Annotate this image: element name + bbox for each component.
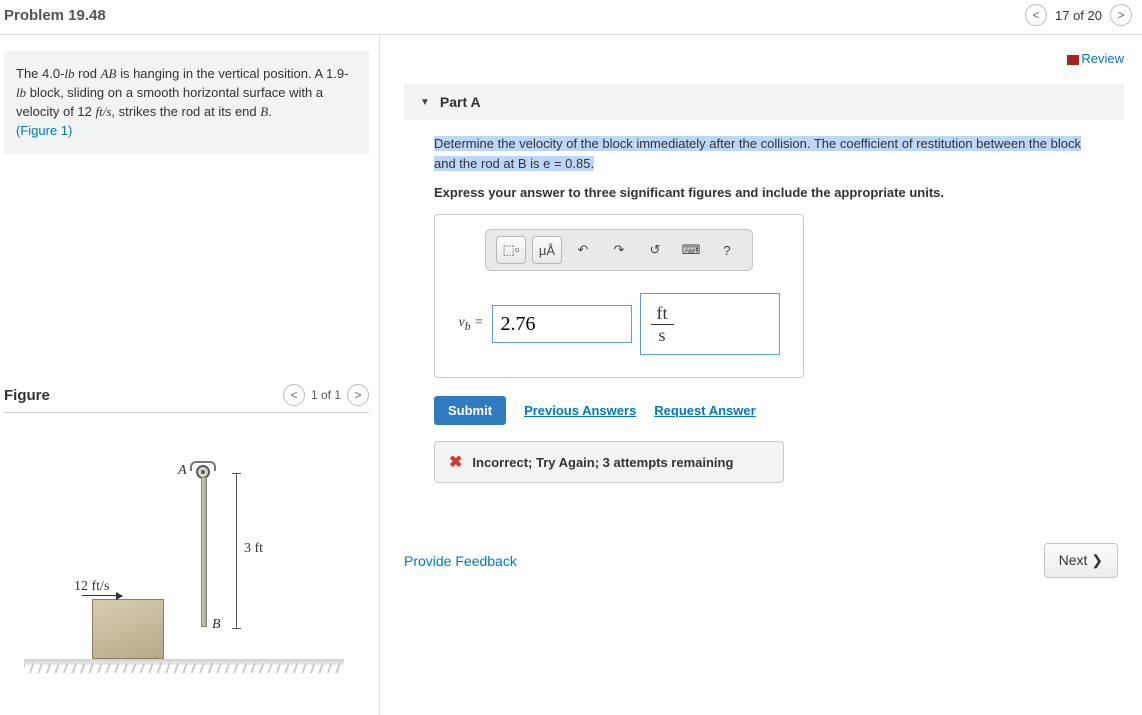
redo-button[interactable]: ↷ <box>604 236 634 264</box>
review-link[interactable]: Review <box>1071 51 1124 66</box>
dimension-line-icon <box>236 473 237 629</box>
figure-prev-button[interactable]: < <box>283 384 305 406</box>
problem-intro: The 4.0-lb rod AB is hanging in the vert… <box>4 51 369 154</box>
review-row: Review <box>404 51 1124 66</box>
label-a: A <box>178 463 187 479</box>
variable-label: vb = <box>459 315 484 333</box>
keyboard-button[interactable]: ⌨ <box>676 236 706 264</box>
equation-toolbar: ⬚▫ μÅ ↶ ↷ ↺ ⌨ ? <box>485 229 753 271</box>
submit-button[interactable]: Submit <box>434 396 506 425</box>
part-label: Part A <box>440 94 481 110</box>
next-problem-button[interactable]: > <box>1110 4 1132 26</box>
action-row: Submit Previous Answers Request Answer <box>434 396 1094 425</box>
figure-next-button[interactable]: > <box>347 384 369 406</box>
figure-heading: Figure <box>4 387 50 404</box>
prev-problem-button[interactable]: < <box>1025 4 1047 26</box>
problem-pager: < 17 of 20 > <box>1025 4 1132 26</box>
provide-feedback-link[interactable]: Provide Feedback <box>404 553 517 569</box>
dimension-label: 3 ft <box>244 541 263 557</box>
feedback-box: ✖ Incorrect; Try Again; 3 attempts remai… <box>434 441 784 483</box>
label-b: B <box>212 617 221 633</box>
velocity-arrow-icon <box>82 595 122 596</box>
instruction-text: Express your answer to three significant… <box>434 185 1094 200</box>
figure-header: Figure < 1 of 1 > <box>4 384 369 413</box>
question-text: Determine the velocity of the block imme… <box>434 134 1094 173</box>
figure-link[interactable]: (Figure 1) <box>16 123 72 138</box>
request-answer-link[interactable]: Request Answer <box>654 403 755 418</box>
units-button[interactable]: μÅ <box>532 236 562 264</box>
feedback-text: Incorrect; Try Again; 3 attempts remaini… <box>472 455 733 470</box>
undo-button[interactable]: ↶ <box>568 236 598 264</box>
right-column: Review ▼ Part A Determine the velocity o… <box>380 35 1142 715</box>
top-bar: Problem 19.48 < 17 of 20 > <box>0 0 1142 35</box>
block-icon <box>92 599 164 659</box>
answer-input-row: vb = ft s <box>453 293 785 355</box>
main-content: The 4.0-lb rod AB is hanging in the vert… <box>0 35 1142 715</box>
velocity-label: 12 ft/s <box>74 579 109 595</box>
part-a-body: Determine the velocity of the block imme… <box>404 120 1124 493</box>
unit-input[interactable]: ft s <box>640 293 780 355</box>
incorrect-icon: ✖ <box>449 452 462 472</box>
figure-image: A B 3 ft 12 ft/s <box>4 433 344 693</box>
templates-button[interactable]: ⬚▫ <box>496 236 526 264</box>
previous-answers-link[interactable]: Previous Answers <box>524 403 636 418</box>
collapse-caret-icon: ▼ <box>420 97 430 108</box>
value-input[interactable] <box>492 305 632 343</box>
figure-pager: < 1 of 1 > <box>283 384 369 406</box>
reset-button[interactable]: ↺ <box>640 236 670 264</box>
part-a-header[interactable]: ▼ Part A <box>404 84 1124 120</box>
help-button[interactable]: ? <box>712 236 742 264</box>
answer-area: ⬚▫ μÅ ↶ ↷ ↺ ⌨ ? vb = ft s <box>434 214 804 378</box>
ground-hatch-icon <box>24 663 344 673</box>
problem-title: Problem 19.48 <box>4 7 106 24</box>
left-column: The 4.0-lb rod AB is hanging in the vert… <box>0 35 380 715</box>
next-button[interactable]: Next ❯ <box>1044 543 1118 578</box>
bottom-row: Provide Feedback Next ❯ <box>404 543 1124 578</box>
rod-icon <box>201 477 207 627</box>
pager-text: 17 of 20 <box>1055 8 1102 23</box>
